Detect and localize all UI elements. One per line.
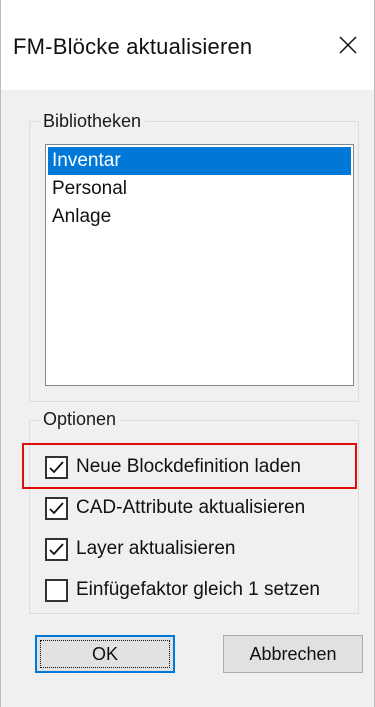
list-item-personal[interactable]: Personal <box>48 175 351 203</box>
checkbox-insertion-factor[interactable] <box>45 578 68 602</box>
dialog-window: FM-Blöcke aktualisieren Bibliotheken Inv… <box>0 0 375 707</box>
cancel-button[interactable]: Abbrechen <box>223 635 363 673</box>
ok-button[interactable]: OK <box>35 635 175 673</box>
list-item-anlage[interactable]: Anlage <box>48 203 351 231</box>
option-insertion-factor[interactable]: Einfügefaktor gleich 1 setzen <box>45 576 320 604</box>
close-icon <box>339 36 357 54</box>
dialog-title: FM-Blöcke aktualisieren <box>13 34 253 59</box>
option-new-block-definition[interactable]: Neue Blockdefinition laden <box>45 453 301 481</box>
libraries-listbox[interactable]: Inventar Personal Anlage <box>45 144 354 386</box>
option-label-layer-update: Layer aktualisieren <box>76 538 236 559</box>
list-item-inventar[interactable]: Inventar <box>48 147 351 175</box>
checkbox-cad-attributes[interactable] <box>45 496 68 520</box>
checkmark-icon <box>49 460 64 473</box>
options-group-label: Optionen <box>39 409 121 430</box>
checkmark-icon <box>49 501 64 514</box>
option-label-insertion-factor: Einfügefaktor gleich 1 setzen <box>76 579 320 600</box>
libraries-group-label: Bibliotheken <box>39 111 146 132</box>
option-layer-update[interactable]: Layer aktualisieren <box>45 535 235 563</box>
option-label-new-block-definition: Neue Blockdefinition laden <box>76 456 301 477</box>
checkbox-layer-update[interactable] <box>45 537 68 561</box>
title-bar: FM-Blöcke aktualisieren <box>1 0 374 90</box>
close-button[interactable] <box>331 28 365 62</box>
option-label-cad-attributes: CAD-Attribute aktualisieren <box>76 497 306 518</box>
option-cad-attributes[interactable]: CAD-Attribute aktualisieren <box>45 494 305 522</box>
checkbox-new-block-definition[interactable] <box>45 455 68 479</box>
checkmark-icon <box>49 542 64 555</box>
